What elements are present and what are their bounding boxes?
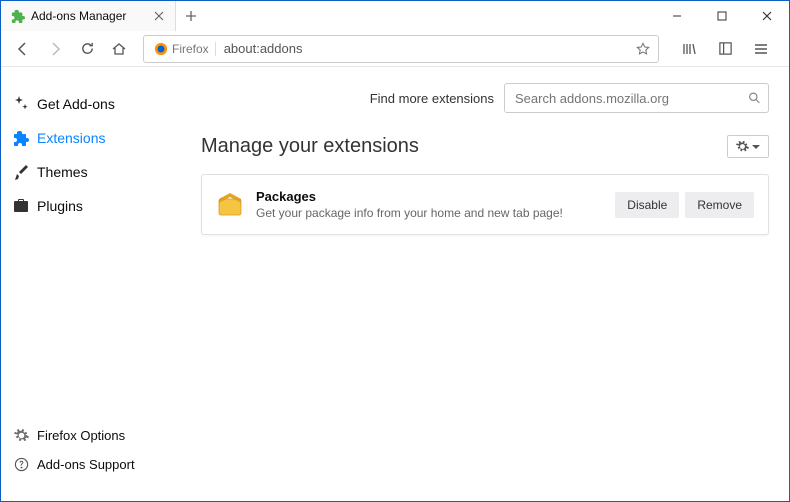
find-row: Find more extensions: [201, 83, 769, 113]
home-button[interactable]: [105, 35, 133, 63]
maximize-button[interactable]: [699, 1, 744, 31]
page-heading: Manage your extensions: [201, 135, 419, 158]
main-panel: Find more extensions Manage your extensi…: [201, 67, 789, 501]
sidebar-item-extensions[interactable]: Extensions: [1, 121, 191, 155]
search-icon: [748, 92, 761, 105]
minimize-button[interactable]: [654, 1, 699, 31]
bookmark-star-icon[interactable]: [632, 42, 654, 56]
sidebar-item-plugins[interactable]: Plugins: [1, 189, 191, 223]
gear-icon: [13, 428, 29, 444]
navbar: Firefox about:addons: [1, 31, 789, 67]
sidebar-item-label: Extensions: [37, 130, 105, 146]
extension-description: Get your package info from your home and…: [256, 206, 603, 220]
sidebar-item-themes[interactable]: Themes: [1, 155, 191, 189]
heading-row: Manage your extensions: [201, 135, 769, 158]
library-button[interactable]: [675, 35, 703, 63]
browser-tab[interactable]: Add-ons Manager: [1, 1, 176, 31]
tools-menu-button[interactable]: [727, 135, 769, 158]
sidebar-item-label: Plugins: [37, 198, 83, 214]
sidebar-item-support[interactable]: Add-ons Support: [1, 450, 201, 479]
extension-info: Packages Get your package info from your…: [256, 189, 603, 220]
addons-sidebar: Get Add-ons Extensions Themes Plugins: [1, 67, 201, 501]
extension-card[interactable]: Packages Get your package info from your…: [201, 174, 769, 235]
sidebar-item-label: Themes: [37, 164, 88, 180]
gear-icon: [736, 140, 749, 153]
puzzle-icon: [13, 130, 29, 146]
menu-button[interactable]: [747, 35, 775, 63]
sidebar-item-options[interactable]: Firefox Options: [1, 421, 201, 450]
firefox-icon: [154, 42, 168, 56]
extension-actions: Disable Remove: [615, 192, 754, 218]
extension-icon: [216, 191, 244, 219]
titlebar: Add-ons Manager: [1, 1, 789, 31]
forward-button[interactable]: [41, 35, 69, 63]
reload-button[interactable]: [73, 35, 101, 63]
browser-window: Add-ons Manager Firefox about:addon: [0, 0, 790, 502]
disable-button[interactable]: Disable: [615, 192, 679, 218]
back-button[interactable]: [9, 35, 37, 63]
identity-box[interactable]: Firefox: [148, 42, 216, 56]
find-label: Find more extensions: [370, 91, 494, 106]
sidebar-item-get-addons[interactable]: Get Add-ons: [1, 87, 191, 121]
window-controls: [654, 1, 789, 31]
identity-label: Firefox: [172, 42, 209, 56]
sidebar-item-label: Firefox Options: [37, 428, 125, 443]
sidebar-item-label: Add-ons Support: [37, 457, 135, 472]
tab-title: Add-ons Manager: [31, 9, 151, 23]
help-icon: [13, 457, 29, 473]
sidebar-item-label: Get Add-ons: [37, 96, 115, 112]
remove-button[interactable]: Remove: [685, 192, 754, 218]
sidebar-button[interactable]: [711, 35, 739, 63]
find-extensions-input[interactable]: [504, 83, 769, 113]
extension-name: Packages: [256, 189, 603, 204]
chevron-down-icon: [752, 143, 760, 151]
toolbar-right: [669, 35, 781, 63]
content-area: Get Add-ons Extensions Themes Plugins: [1, 67, 789, 501]
tab-close-icon[interactable]: [151, 8, 167, 24]
brush-icon: [13, 164, 29, 180]
url-bar[interactable]: Firefox about:addons: [143, 35, 659, 63]
briefcase-icon: [13, 198, 29, 214]
url-text: about:addons: [216, 41, 632, 56]
close-button[interactable]: [744, 1, 789, 31]
sparkle-icon: [13, 96, 29, 112]
addons-icon: [11, 9, 25, 23]
new-tab-button[interactable]: [176, 1, 206, 31]
